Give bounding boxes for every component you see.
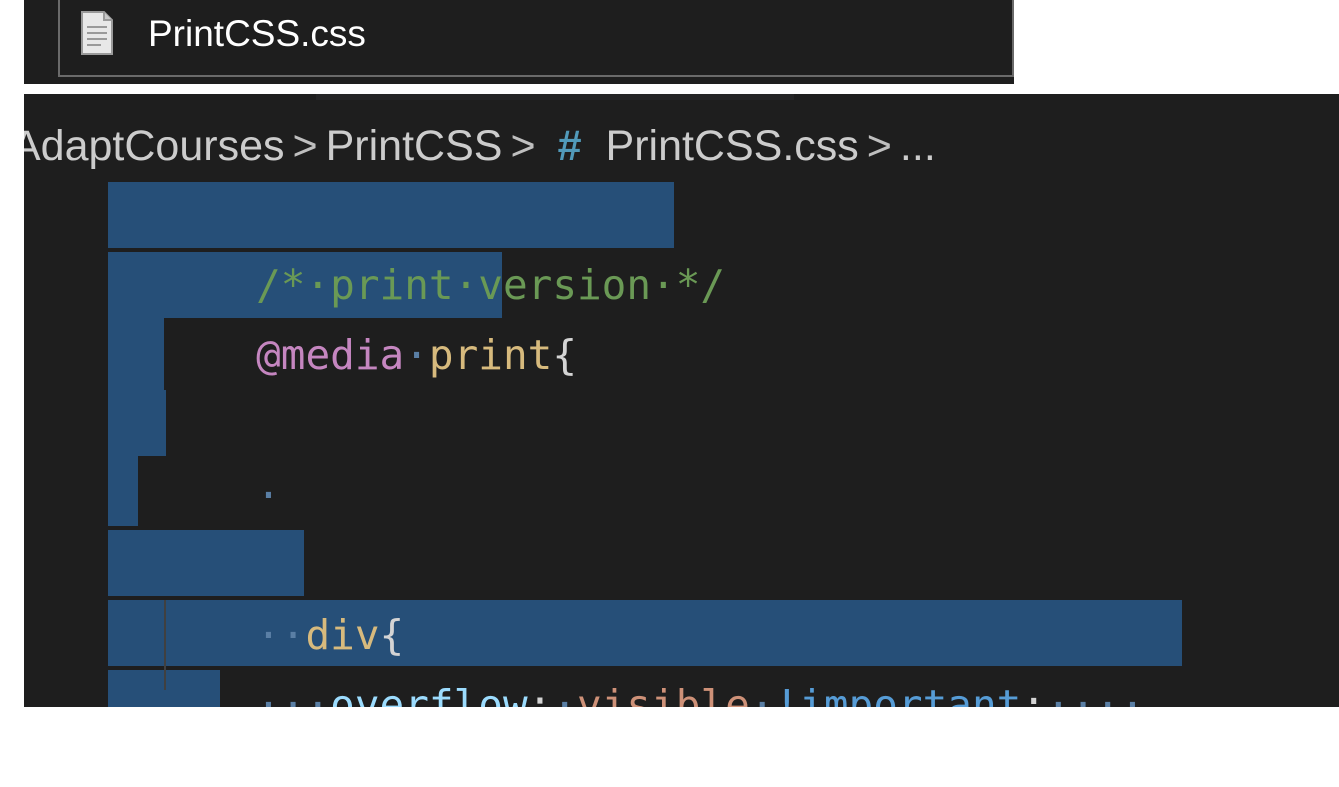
tab-bar-edge <box>316 94 794 100</box>
breadcrumb-separator: > <box>510 122 536 170</box>
breadcrumb-more[interactable]: ... <box>900 122 936 170</box>
breadcrumb-file[interactable]: PrintCSS.css <box>606 122 859 170</box>
code-line-declaration: ···overflow:·visible·!important;···· <box>108 600 1145 707</box>
code-line-media: @media·print{ <box>108 250 577 379</box>
at-rule-keyword: @media <box>256 331 405 379</box>
breadcrumb-separator: > <box>866 122 892 170</box>
code-line-comment: /*·print·version·*/ <box>108 180 725 309</box>
css-value: visible <box>577 681 750 707</box>
breadcrumb: AdaptCourses > PrintCSS > # PrintCSS.css >... <box>24 118 936 174</box>
code-line-blank: · <box>108 390 281 519</box>
colon: : <box>527 681 553 707</box>
code-line-div: ··div{ <box>108 530 404 659</box>
important-keyword: !important <box>774 681 1022 707</box>
media-type: print <box>428 331 553 379</box>
semicolon: ; <box>1021 681 1047 707</box>
whitespace-marker: · <box>552 681 578 707</box>
file-name-label: PrintCSS.css <box>148 13 366 54</box>
open-brace: { <box>552 331 578 379</box>
whitespace-marker: · <box>749 681 775 707</box>
whitespace-marker: · <box>404 331 429 379</box>
whitespace-marker: · <box>256 471 281 519</box>
code-editor[interactable]: AdaptCourses > PrintCSS > # PrintCSS.css >... … <box>24 94 1339 707</box>
css-file-icon: # <box>557 122 582 170</box>
breadcrumb-folder-printcss[interactable]: PrintCSS <box>326 122 503 170</box>
breadcrumb-separator: > <box>292 122 318 170</box>
file-explorer-panel: PrintCSS.css <box>24 0 1014 84</box>
css-property: overflow <box>330 681 528 707</box>
code-line-close: ··} <box>108 670 330 707</box>
file-icon <box>80 10 114 56</box>
explorer-file-item[interactable]: PrintCSS.css <box>58 0 1014 77</box>
trailing-whitespace: ···· <box>1046 681 1145 707</box>
breadcrumb-folder-adaptcourses[interactable]: AdaptCourses <box>24 122 285 170</box>
